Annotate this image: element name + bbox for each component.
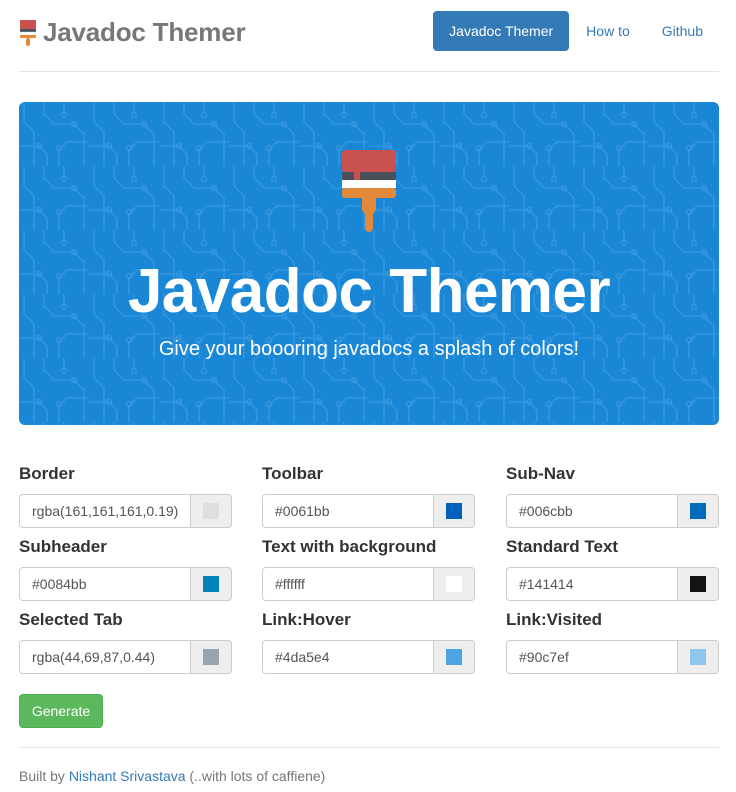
text-with-background-color-input[interactable]: #ffffff (262, 567, 433, 601)
color-picker-addon[interactable] (190, 494, 232, 528)
standard-text-color-input[interactable]: #141414 (506, 567, 677, 601)
field-border: Border rgba(161,161,161,0.19) (19, 462, 232, 528)
field-toolbar: Toolbar #0061bb (262, 462, 475, 528)
field-label: Link:Hover (262, 610, 351, 629)
color-swatch (446, 503, 462, 519)
color-swatch (446, 649, 462, 665)
color-input-group: #0061bb (262, 494, 475, 528)
link-visited-color-input[interactable]: #90c7ef (506, 640, 677, 674)
footer-suffix: (..with lots of caffiene) (189, 768, 326, 784)
field-label: Border (19, 464, 75, 483)
color-swatch (203, 649, 219, 665)
field-label: Toolbar (262, 464, 324, 483)
color-swatch (203, 503, 220, 519)
field-link-hover: Link:Hover #4da5e4 (262, 608, 475, 674)
color-input-group: #90c7ef (506, 640, 719, 674)
color-swatch (690, 649, 706, 665)
color-picker-addon[interactable] (433, 567, 475, 601)
hero-banner: Javadoc Themer Give your boooring javado… (19, 102, 719, 425)
hero-title: Javadoc Themer (127, 257, 611, 326)
top-nav: Javadoc Themer How to Github (433, 11, 719, 51)
toolbar-color-input[interactable]: #0061bb (262, 494, 433, 528)
color-picker-addon[interactable] (433, 640, 475, 674)
hero-subtitle: Give your boooring javadocs a splash of … (158, 338, 580, 360)
selected-tab-color-input[interactable]: rgba(44,69,87,0.44) (19, 640, 190, 674)
field-selected-tab: Selected Tab rgba(44,69,87,0.44) (19, 608, 232, 674)
color-picker-addon[interactable] (190, 640, 232, 674)
color-swatch (203, 576, 219, 592)
field-label: Selected Tab (19, 610, 123, 629)
color-input-group: rgba(161,161,161,0.19) (19, 494, 232, 528)
color-picker-addon[interactable] (677, 640, 719, 674)
color-input-group: #141414 (506, 567, 719, 601)
brand[interactable]: Javadoc Themer (19, 17, 246, 48)
field-subheader: Subheader #0084bb (19, 535, 232, 601)
nav-javadoc-themer[interactable]: Javadoc Themer (433, 11, 570, 51)
field-link-visited: Link:Visited #90c7ef (506, 608, 719, 674)
color-picker-addon[interactable] (433, 494, 475, 528)
color-input-group: #4da5e4 (262, 640, 475, 674)
field-sub-nav: Sub-Nav #006cbb (506, 462, 719, 528)
field-label: Link:Visited (506, 610, 603, 629)
footer-prefix: Built by (19, 768, 65, 784)
sub-nav-color-input[interactable]: #006cbb (506, 494, 677, 528)
field-label: Subheader (19, 537, 107, 556)
field-label: Standard Text (506, 537, 619, 556)
border-color-input[interactable]: rgba(161,161,161,0.19) (19, 494, 191, 528)
color-input-group: rgba(44,69,87,0.44) (19, 640, 232, 674)
footer: Built by Nishant Srivastava (..with lots… (19, 768, 325, 784)
generate-button[interactable]: Generate (19, 694, 103, 728)
color-picker-addon[interactable] (190, 567, 232, 601)
footer-divider (19, 747, 719, 748)
color-input-group: #ffffff (262, 567, 475, 601)
field-standard-text: Standard Text #141414 (506, 535, 719, 601)
brand-title: Javadoc Themer (43, 17, 246, 47)
field-label: Text with background (262, 537, 437, 556)
color-picker-addon[interactable] (677, 567, 719, 601)
author-link[interactable]: Nishant Srivastava (69, 768, 186, 784)
header-divider (19, 71, 719, 72)
field-text-with-background: Text with background #ffffff (262, 535, 475, 601)
nav-github[interactable]: Github (646, 11, 719, 51)
color-input-group: #0084bb (19, 567, 232, 601)
header: Javadoc Themer Javadoc Themer How to Git… (0, 0, 736, 72)
color-swatch (446, 576, 462, 592)
link-hover-color-input[interactable]: #4da5e4 (262, 640, 433, 674)
paintbrush-icon (342, 150, 396, 232)
paintbrush-icon (19, 19, 37, 46)
color-swatch (690, 576, 706, 592)
color-picker-addon[interactable] (677, 494, 719, 528)
field-label: Sub-Nav (506, 464, 575, 483)
nav-how-to[interactable]: How to (570, 11, 646, 51)
subheader-color-input[interactable]: #0084bb (19, 567, 190, 601)
color-swatch (690, 503, 706, 519)
color-input-group: #006cbb (506, 494, 719, 528)
